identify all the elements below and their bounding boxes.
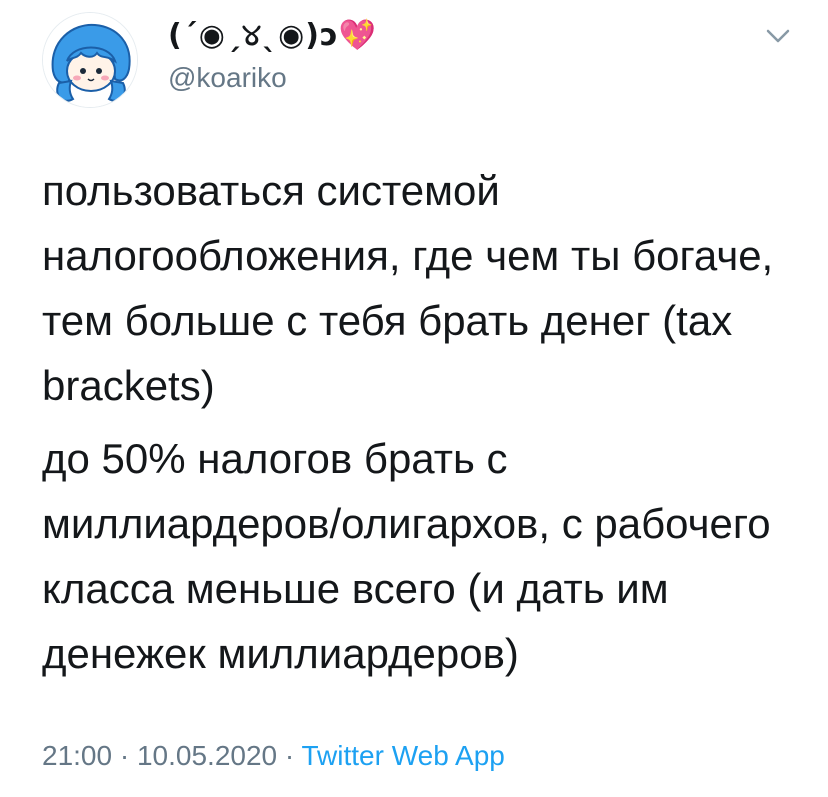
user-handle[interactable]: @koariko	[168, 60, 287, 96]
tweet-source-link[interactable]: Twitter Web App	[302, 740, 505, 771]
tweet-metadata: 21:00 · 10.05.2020 · Twitter Web App	[42, 736, 505, 776]
avatar-illustration	[43, 13, 137, 107]
tweet-paragraph: до 50% налогов брать с миллиардеров/олиг…	[42, 435, 771, 677]
meta-separator: ·	[277, 740, 302, 771]
tweet-paragraph: пользоваться системой налогообложения, г…	[42, 167, 774, 409]
tweet-text: пользоваться системой налогообложения, г…	[42, 158, 782, 686]
tweet-time[interactable]: 21:00	[42, 740, 112, 771]
avatar[interactable]	[42, 12, 138, 108]
meta-separator: ·	[112, 740, 137, 771]
tweet-header: (´◉ˏ୪ˎ◉)ɔ💖 @koariko	[0, 0, 828, 130]
chevron-down-icon[interactable]	[762, 22, 794, 50]
tweet-card: (´◉ˏ୪ˎ◉)ɔ💖 @koariko пользоваться системо…	[0, 0, 828, 797]
tweet-date[interactable]: 10.05.2020	[137, 740, 277, 771]
display-name[interactable]: (´◉ˏ୪ˎ◉)ɔ💖	[168, 16, 377, 56]
